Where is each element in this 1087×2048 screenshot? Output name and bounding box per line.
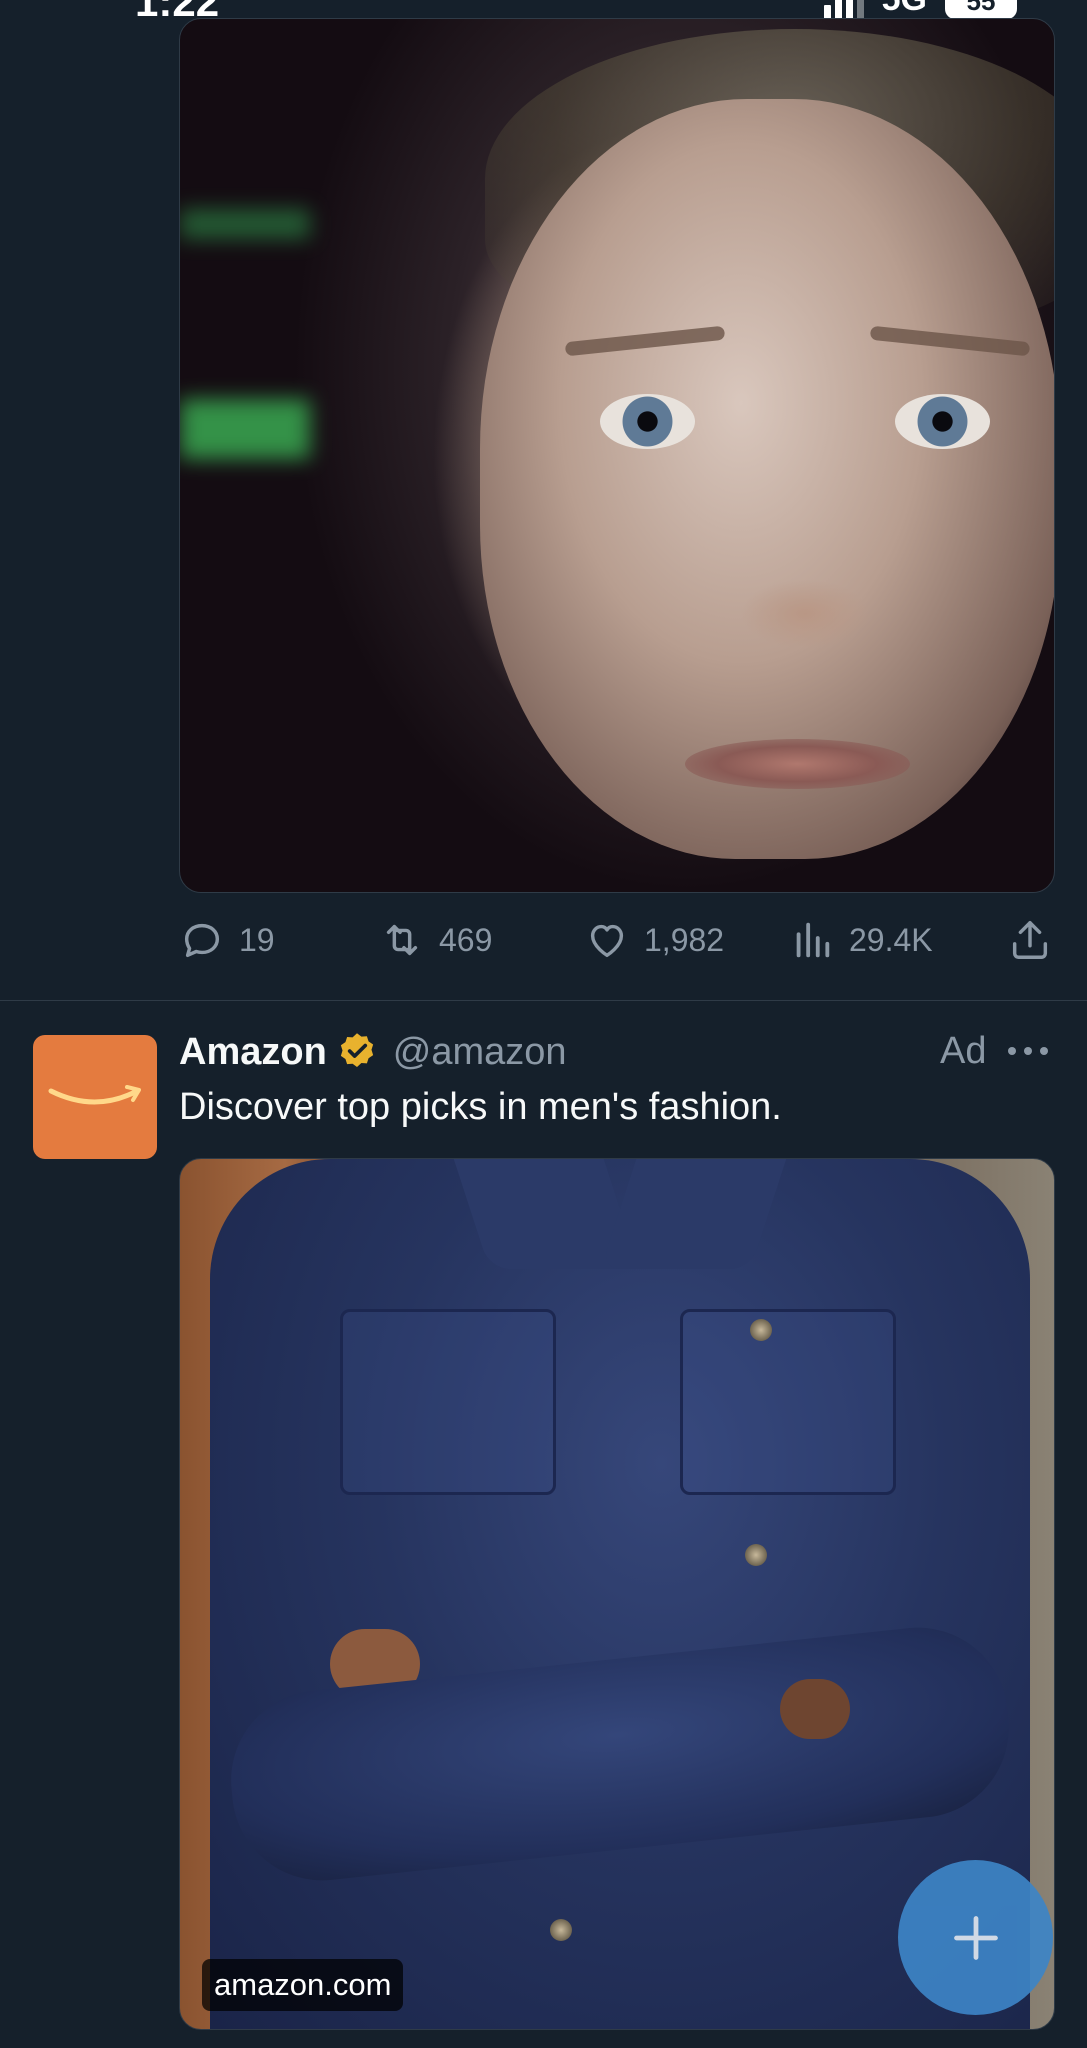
status-indicators: 5G 55 [823,0,1017,19]
retweet-count: 469 [439,921,493,958]
heart-icon [590,924,624,958]
avatar[interactable] [33,1035,157,1159]
more-icon[interactable] [1008,1036,1048,1066]
eye-right [895,394,990,449]
jacket-button [750,1319,772,1341]
eye-left [600,394,695,449]
nose-shape [740,579,870,649]
views-count: 29.4K [849,921,933,958]
jacket-button [550,1919,572,1941]
tweet-divider [0,1000,1087,1001]
battery-level: 55 [966,0,996,16]
compose-button[interactable] [898,1860,1053,2015]
pocket-shape [340,1309,556,1495]
background-light [180,209,310,239]
retweet-icon [386,924,418,956]
views-button[interactable]: 29.4K [789,915,933,965]
display-name[interactable]: Amazon [179,1031,327,1074]
tweet-action-bar: 19 469 1,982 29.4K [179,915,1053,965]
retweet-button[interactable]: 469 [379,915,492,965]
like-count: 1,982 [644,921,725,958]
tweet-text: Discover top picks in men's fashion. [179,1086,782,1128]
battery-icon: 55 [945,0,1017,19]
handle[interactable]: @amazon [393,1031,567,1074]
signal-icon [823,0,864,19]
tweet-header: Amazon @amazon [179,1030,567,1074]
amazon-logo-icon [48,1085,141,1105]
reply-icon [184,923,220,958]
reply-button[interactable]: 19 [179,915,275,965]
views-icon [796,922,830,958]
plus-icon [953,1915,998,1960]
ad-label: Ad [940,1030,987,1072]
hand-shape [780,1679,850,1739]
reply-count: 19 [239,921,275,958]
source-label[interactable]: amazon.com [202,1959,404,2011]
share-icon [1012,921,1048,959]
tweet-media-image[interactable] [179,18,1055,893]
mouth-shape [685,739,910,789]
verified-badge-icon [340,1033,373,1068]
background-light [180,399,310,459]
jacket-button [745,1544,767,1566]
like-button[interactable]: 1,982 [584,915,724,965]
pocket-shape [680,1309,896,1495]
network-label: 5G [882,0,927,19]
share-button[interactable] [1007,915,1053,965]
